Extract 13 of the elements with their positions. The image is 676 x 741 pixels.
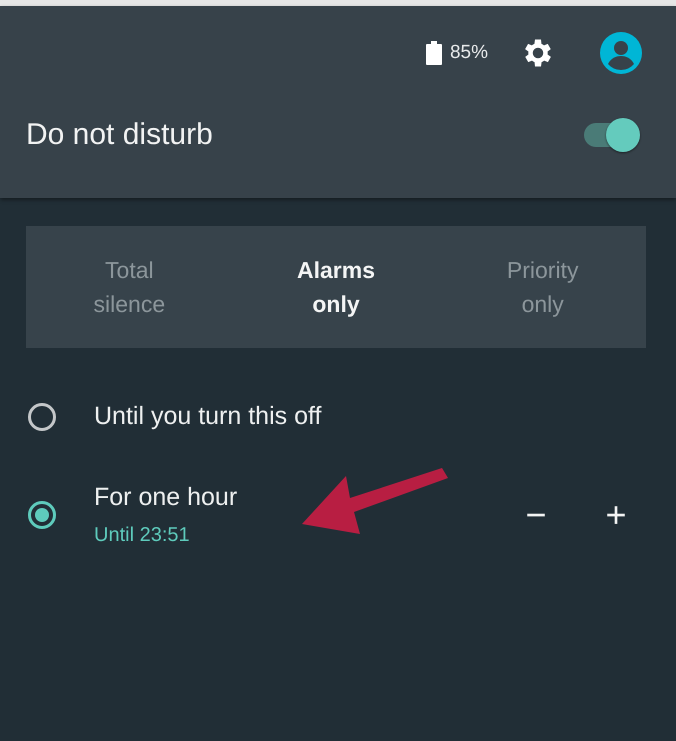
mode-tab[interactable]: Alarms only bbox=[232, 226, 440, 348]
decrease-button[interactable]: − bbox=[506, 494, 566, 536]
battery-percentage: 85% bbox=[450, 42, 488, 64]
option-label: For one hour bbox=[94, 483, 238, 512]
account-icon[interactable] bbox=[600, 32, 642, 74]
radio-button[interactable] bbox=[28, 501, 56, 529]
battery-icon bbox=[426, 41, 442, 65]
panel-title: Do not disturb bbox=[26, 118, 213, 152]
increase-button[interactable]: + bbox=[586, 494, 646, 536]
option-label: Until you turn this off bbox=[94, 402, 322, 431]
toggle-switch[interactable] bbox=[582, 116, 642, 154]
option-subtitle: Until 23:51 bbox=[94, 524, 191, 547]
radio-button[interactable] bbox=[28, 402, 56, 430]
